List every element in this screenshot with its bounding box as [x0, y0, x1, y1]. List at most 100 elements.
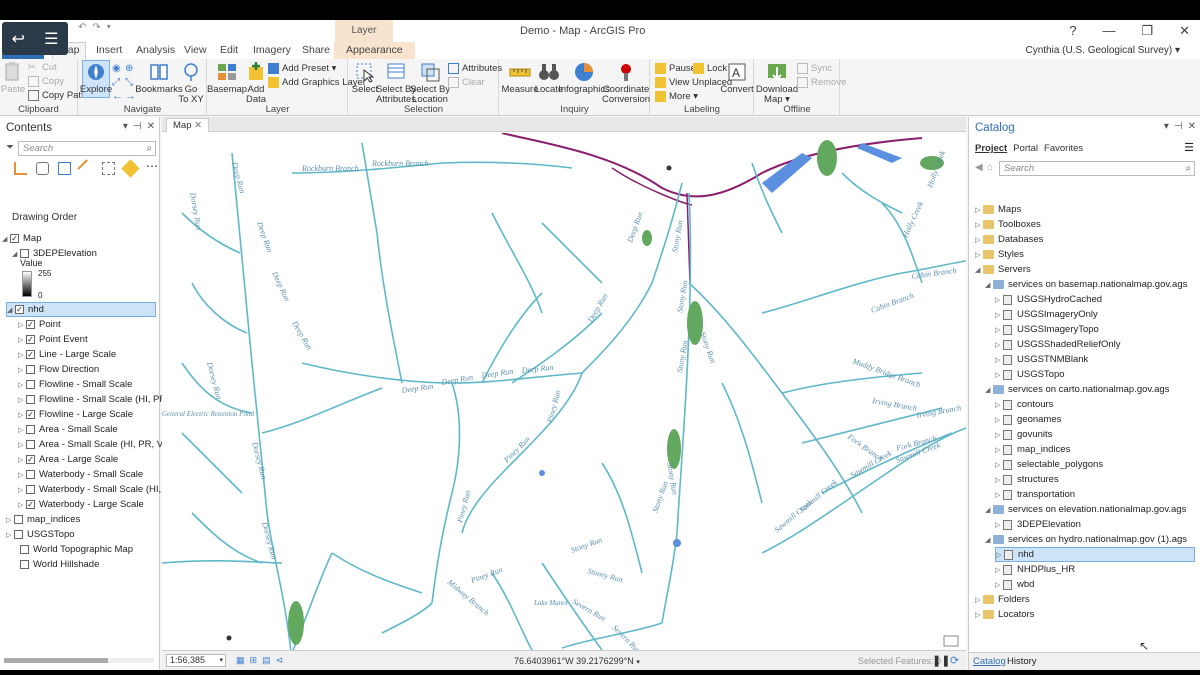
catalog-item[interactable]: ▷ selectable_polygons — [995, 457, 1103, 472]
expand-icon[interactable]: ▷ — [18, 336, 26, 344]
catalog-item[interactable]: ▷ map_indices — [995, 442, 1070, 457]
list-by-editing-icon[interactable] — [77, 159, 96, 178]
catalog-item[interactable]: ◢ services on basemap.nationalmap.gov.ags — [985, 277, 1187, 292]
expand-icon[interactable]: ▷ — [18, 426, 26, 434]
expand-icon[interactable]: ▷ — [18, 486, 26, 494]
zoom-out-icon[interactable]: ⤡ — [125, 77, 133, 88]
layer-visibility-checkbox[interactable] — [14, 515, 23, 524]
expand-icon[interactable]: ▷ — [975, 206, 983, 214]
remove-button[interactable]: Remove — [797, 77, 846, 88]
expand-icon[interactable]: ◢ — [985, 506, 993, 514]
clear-button[interactable]: Clear — [448, 77, 485, 88]
layer-item[interactable]: ▷ Flowline - Small Scale — [18, 377, 132, 392]
tab-appearance[interactable]: Appearance — [334, 42, 415, 59]
expand-icon[interactable]: ▷ — [975, 596, 983, 604]
layer-item[interactable]: ▷ ✓ Flowline - Large Scale — [18, 407, 133, 422]
user-account[interactable]: Cynthia (U.S. Geological Survey) ▾ — [1025, 45, 1180, 56]
add-preset-button[interactable]: Add Preset ▾ — [268, 63, 336, 74]
catalog-item[interactable]: ◢ services on elevation.nationalmap.gov.a… — [985, 502, 1186, 517]
layer-item[interactable]: ▷ Waterbody - Small Scale — [18, 467, 143, 482]
layer-visibility-checkbox[interactable] — [14, 530, 23, 539]
tab-imagery[interactable]: Imagery — [253, 44, 291, 56]
contents-search-input[interactable]: Search ⌕ — [18, 141, 156, 156]
catalog-item[interactable]: ▷ Maps — [975, 202, 1021, 217]
sync-button[interactable]: Sync — [797, 63, 832, 74]
layer-visibility-checkbox[interactable]: ✓ — [26, 320, 35, 329]
selected-features-count[interactable]: Selected Features: 0 — [858, 656, 941, 666]
close-map-tab-icon[interactable]: ✕ — [194, 120, 202, 131]
expand-icon[interactable]: ◢ — [985, 281, 993, 289]
more-labeling-button[interactable]: More ▾ — [655, 91, 698, 102]
customize-qat-icon[interactable]: ▾ — [107, 22, 111, 33]
catalog-item[interactable]: ▷ NHDPlus_HR — [995, 562, 1075, 577]
catalog-item[interactable]: ▷ 3DEPElevation — [995, 517, 1081, 532]
expand-icon[interactable]: ◢ — [985, 536, 993, 544]
expand-icon[interactable]: ▷ — [975, 221, 983, 229]
list-by-source-icon[interactable] — [36, 162, 49, 175]
catalog-menu-icon[interactable]: ☰ — [1184, 141, 1194, 154]
bottom-tab-catalog[interactable]: Catalog — [973, 656, 1006, 667]
catalog-tab-project[interactable]: Project — [975, 143, 1007, 154]
expand-icon[interactable]: ▷ — [18, 351, 26, 359]
layer-visibility-checkbox[interactable]: ✓ — [15, 305, 24, 314]
layer-item[interactable]: ▷ Flow Direction — [18, 362, 99, 377]
expand-icon[interactable]: ▷ — [6, 516, 14, 524]
expand-icon[interactable]: ▷ — [18, 321, 26, 329]
catalog-item[interactable]: ▷ geonames — [995, 412, 1061, 427]
catalog-search-input[interactable]: Search ⌕ — [999, 161, 1195, 176]
snapping-icon[interactable]: ⊞ — [250, 655, 258, 666]
catalog-item[interactable]: ▷ Locators — [975, 607, 1034, 622]
back-arrow-icon[interactable]: ↩ — [12, 29, 25, 49]
pin-icon[interactable]: ⊣ — [1174, 121, 1183, 132]
add-data-button[interactable]: Add Data — [244, 61, 268, 105]
chevron-down-icon[interactable]: ▾ — [636, 659, 640, 666]
layer-visibility-checkbox[interactable] — [26, 395, 35, 404]
layer-visibility-checkbox[interactable]: ✓ — [26, 455, 35, 464]
layer-item[interactable]: ▷ map_indices — [6, 512, 80, 527]
expand-icon[interactable]: ▷ — [995, 566, 1003, 574]
catalog-tab-favorites[interactable]: Favorites — [1044, 143, 1083, 154]
tab-share[interactable]: Share — [302, 44, 330, 56]
layer-visibility-checkbox[interactable] — [26, 380, 35, 389]
expand-icon[interactable]: ▷ — [995, 371, 1003, 379]
expand-icon[interactable]: ▷ — [18, 501, 26, 509]
expand-icon[interactable]: ▷ — [995, 431, 1003, 439]
list-by-drawing-order-icon[interactable] — [14, 162, 27, 175]
more-options-icon[interactable]: ⋯ — [146, 160, 159, 175]
restore-button[interactable]: ❐ — [1141, 23, 1153, 39]
attributes-button[interactable]: Attributes — [448, 63, 502, 74]
expand-icon[interactable]: ▷ — [975, 236, 983, 244]
paste-button[interactable]: Paste — [1, 61, 25, 95]
catalog-item[interactable]: ▷ USGSImageryOnly — [995, 307, 1098, 322]
expand-icon[interactable]: ▷ — [18, 396, 26, 404]
close-pane-icon[interactable]: ✕ — [147, 121, 155, 132]
expand-icon[interactable]: ▷ — [18, 411, 26, 419]
list-by-selection-icon[interactable] — [58, 162, 71, 175]
expand-icon[interactable]: ▷ — [18, 381, 26, 389]
close-button[interactable]: ✕ — [1179, 23, 1190, 39]
pause-labeling-button[interactable]: Pause — [655, 63, 696, 74]
catalog-item[interactable]: ◢ Servers — [975, 262, 1031, 277]
expand-icon[interactable]: ▷ — [6, 531, 14, 539]
map-view-tab[interactable]: Map ✕ — [166, 118, 210, 132]
pane-options-icon[interactable]: ▾ — [1164, 121, 1169, 132]
expand-icon[interactable]: ▷ — [995, 356, 1003, 364]
bookmarks-button[interactable]: Bookmarks — [135, 61, 183, 95]
pin-icon[interactable]: ⊣ — [133, 121, 142, 132]
layer-item[interactable]: ▷ Area - Small Scale — [18, 422, 118, 437]
horizontal-scrollbar[interactable] — [4, 658, 154, 663]
catalog-item[interactable]: ▷ Databases — [975, 232, 1043, 247]
expand-icon[interactable]: ◢ — [7, 306, 15, 314]
layer-item[interactable]: ▷ ✓ Waterbody - Large Scale — [18, 497, 144, 512]
layer-visibility-checkbox[interactable]: ✓ — [26, 350, 35, 359]
catalog-item[interactable]: ▷ USGSTNMBlank — [995, 352, 1088, 367]
layer-item[interactable]: ▷ ✓ Area - Large Scale — [18, 452, 118, 467]
catalog-item[interactable]: ▷ transportation — [995, 487, 1075, 502]
layer-visibility-checkbox[interactable] — [26, 440, 35, 449]
layer-visibility-checkbox[interactable]: ✓ — [10, 234, 19, 243]
download-map-button[interactable]: Download Map ▾ — [756, 61, 798, 105]
tab-analysis[interactable]: Analysis — [136, 44, 175, 56]
bottom-tab-history[interactable]: History — [1007, 656, 1037, 667]
map-view[interactable]: Map ✕ Rockburn Branch Rockburn Branch De… — [162, 117, 966, 670]
layer-item[interactable]: ▷ ✓ Point — [18, 317, 61, 332]
